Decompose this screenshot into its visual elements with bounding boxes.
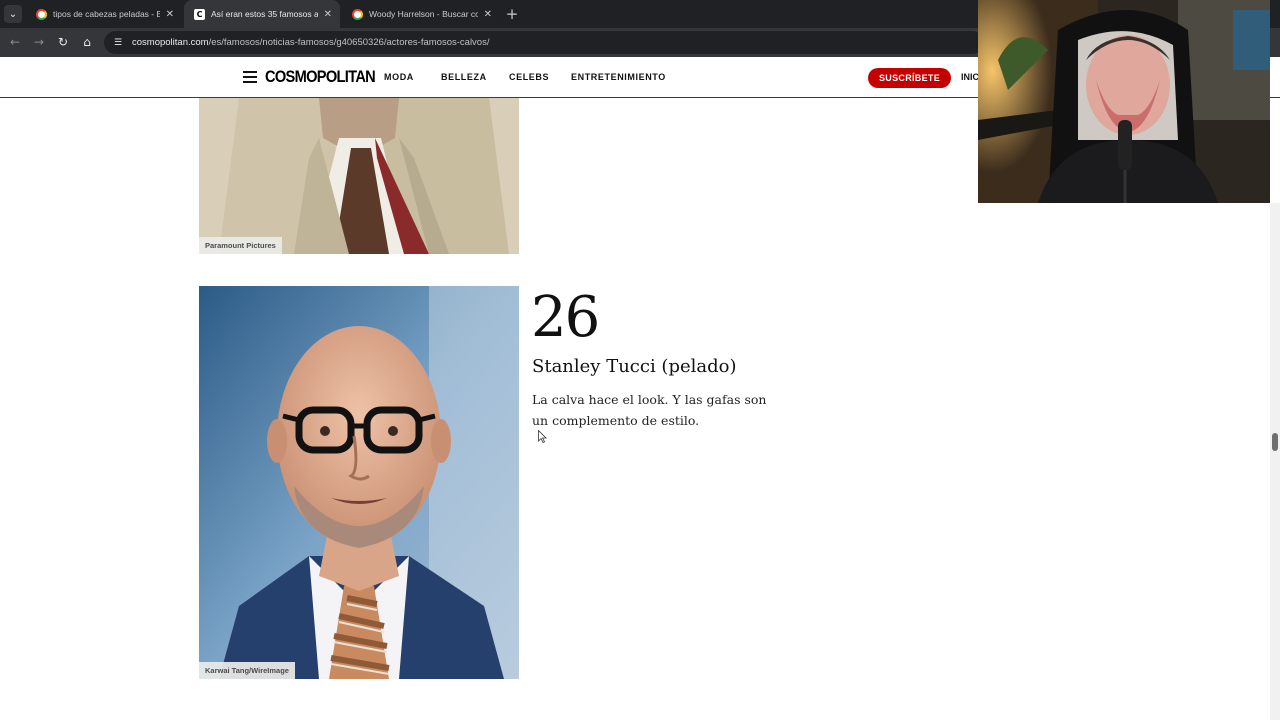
url-text[interactable]: cosmopolitan.com/es/famosos/noticias-fam…	[132, 37, 489, 48]
close-tab-icon[interactable]: ✕	[166, 9, 174, 20]
google-icon	[36, 8, 47, 20]
streamer-webcam-feed	[978, 0, 1270, 203]
subscribe-button[interactable]: SUSCRÍBETE	[868, 68, 951, 88]
image-credit: Paramount Pictures	[199, 237, 282, 254]
tab-search-chevron-icon[interactable]: ⌄	[4, 5, 22, 23]
reload-icon[interactable]: ↻	[55, 34, 71, 50]
nav-link-belleza[interactable]: BELLEZA	[441, 72, 487, 82]
nav-link-celebs[interactable]: CELEBS	[509, 72, 549, 82]
close-tab-icon[interactable]: ✕	[484, 9, 492, 20]
tab-cosmopolitan[interactable]: C Así eran estos 35 famosos actor ✕	[184, 0, 340, 28]
menu-hamburger-icon[interactable]	[243, 71, 257, 83]
mouse-cursor-icon	[538, 430, 547, 443]
tab-title: tipos de cabezas peladas - Busc	[53, 9, 160, 19]
image-credit: Karwai Tang/WireImage	[199, 662, 295, 679]
scrollbar-thumb[interactable]	[1272, 433, 1278, 451]
site-logo[interactable]: COSMOPOLITAN	[265, 67, 376, 87]
gallery-image-previous[interactable]: Paramount Pictures	[199, 98, 519, 254]
page-scrollbar[interactable]	[1270, 203, 1280, 720]
nav-link-entretenimiento[interactable]: ENTRETENIMIENTO	[571, 72, 666, 82]
new-tab-button[interactable]: +	[505, 5, 519, 23]
gallery-image-stanley-tucci[interactable]: Karwai Tang/WireImage	[199, 286, 519, 679]
gallery-item-description: La calva hace el look. Y las gafas son u…	[532, 392, 767, 428]
tab-title: Así eran estos 35 famosos actor	[211, 9, 318, 19]
cosmopolitan-icon: C	[194, 8, 205, 20]
tab-title: Woody Harrelson - Buscar con	[369, 9, 478, 19]
forward-arrow-icon[interactable]: →	[31, 34, 47, 50]
google-icon	[352, 8, 363, 20]
login-link[interactable]: INIC	[961, 72, 979, 82]
tab-google-search-1[interactable]: tipos de cabezas peladas - Busc ✕	[26, 0, 182, 28]
gallery-item-title: Stanley Tucci (pelado)	[532, 356, 737, 377]
site-info-icon[interactable]: ☰	[112, 37, 124, 49]
man-in-trench-coat-photo	[199, 98, 519, 254]
back-arrow-icon[interactable]: ←	[7, 34, 23, 50]
address-bar[interactable]: ☰ cosmopolitan.com/es/famosos/noticias-f…	[104, 31, 984, 54]
webcam-overlay	[978, 0, 1270, 203]
close-tab-icon[interactable]: ✕	[324, 9, 332, 20]
bald-man-with-glasses-photo	[199, 286, 519, 679]
home-icon[interactable]: ⌂	[79, 34, 95, 50]
nav-link-moda[interactable]: MODA	[384, 72, 414, 82]
gallery-item-number: 26	[531, 285, 600, 350]
tab-google-search-2[interactable]: Woody Harrelson - Buscar con ✕	[342, 0, 500, 28]
